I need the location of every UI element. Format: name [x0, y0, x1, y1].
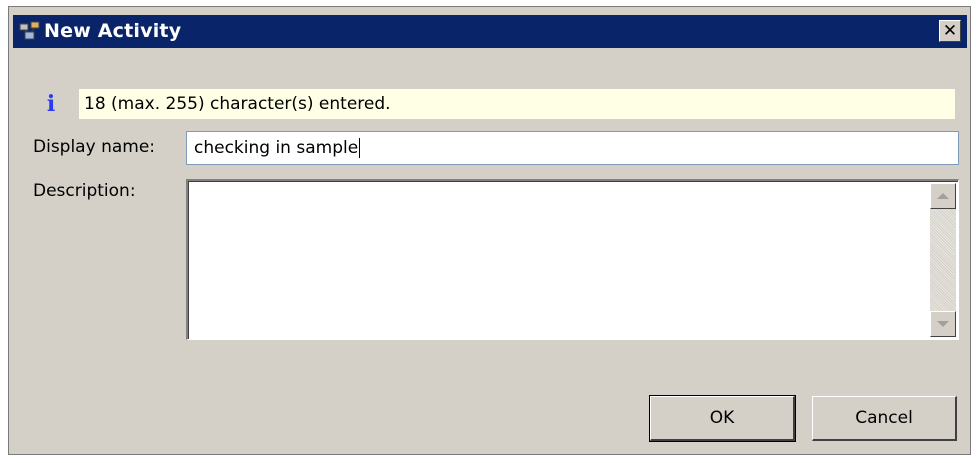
cancel-button-label: Cancel [855, 408, 913, 428]
dialog-title: New Activity [44, 20, 182, 42]
scroll-up-arrow-icon [937, 193, 949, 199]
text-caret [359, 138, 361, 158]
character-count-message: 18 (max. 255) character(s) entered. [84, 94, 391, 114]
description-scrollbar[interactable] [930, 183, 956, 337]
scroll-down-arrow-icon [937, 321, 949, 327]
activity-app-icon [19, 21, 40, 40]
display-name-label: Display name: [33, 137, 156, 157]
new-activity-dialog: New Activity ✕ i 18 (max. 255) character… [8, 6, 971, 455]
ok-button[interactable]: OK [649, 395, 796, 442]
display-name-input[interactable]: checking in sample [186, 131, 959, 165]
close-icon: ✕ [942, 20, 958, 41]
cancel-button[interactable]: Cancel [812, 396, 957, 441]
description-textarea[interactable] [186, 179, 959, 340]
scroll-down-button[interactable] [930, 311, 956, 337]
title-bar[interactable]: New Activity ✕ [13, 15, 967, 48]
scroll-up-button[interactable] [930, 183, 956, 209]
display-name-value: checking in sample [194, 138, 359, 158]
description-label: Description: [33, 181, 136, 201]
close-button[interactable]: ✕ [939, 20, 961, 42]
info-icon: i [46, 91, 56, 117]
ok-button-label: OK [709, 408, 735, 428]
